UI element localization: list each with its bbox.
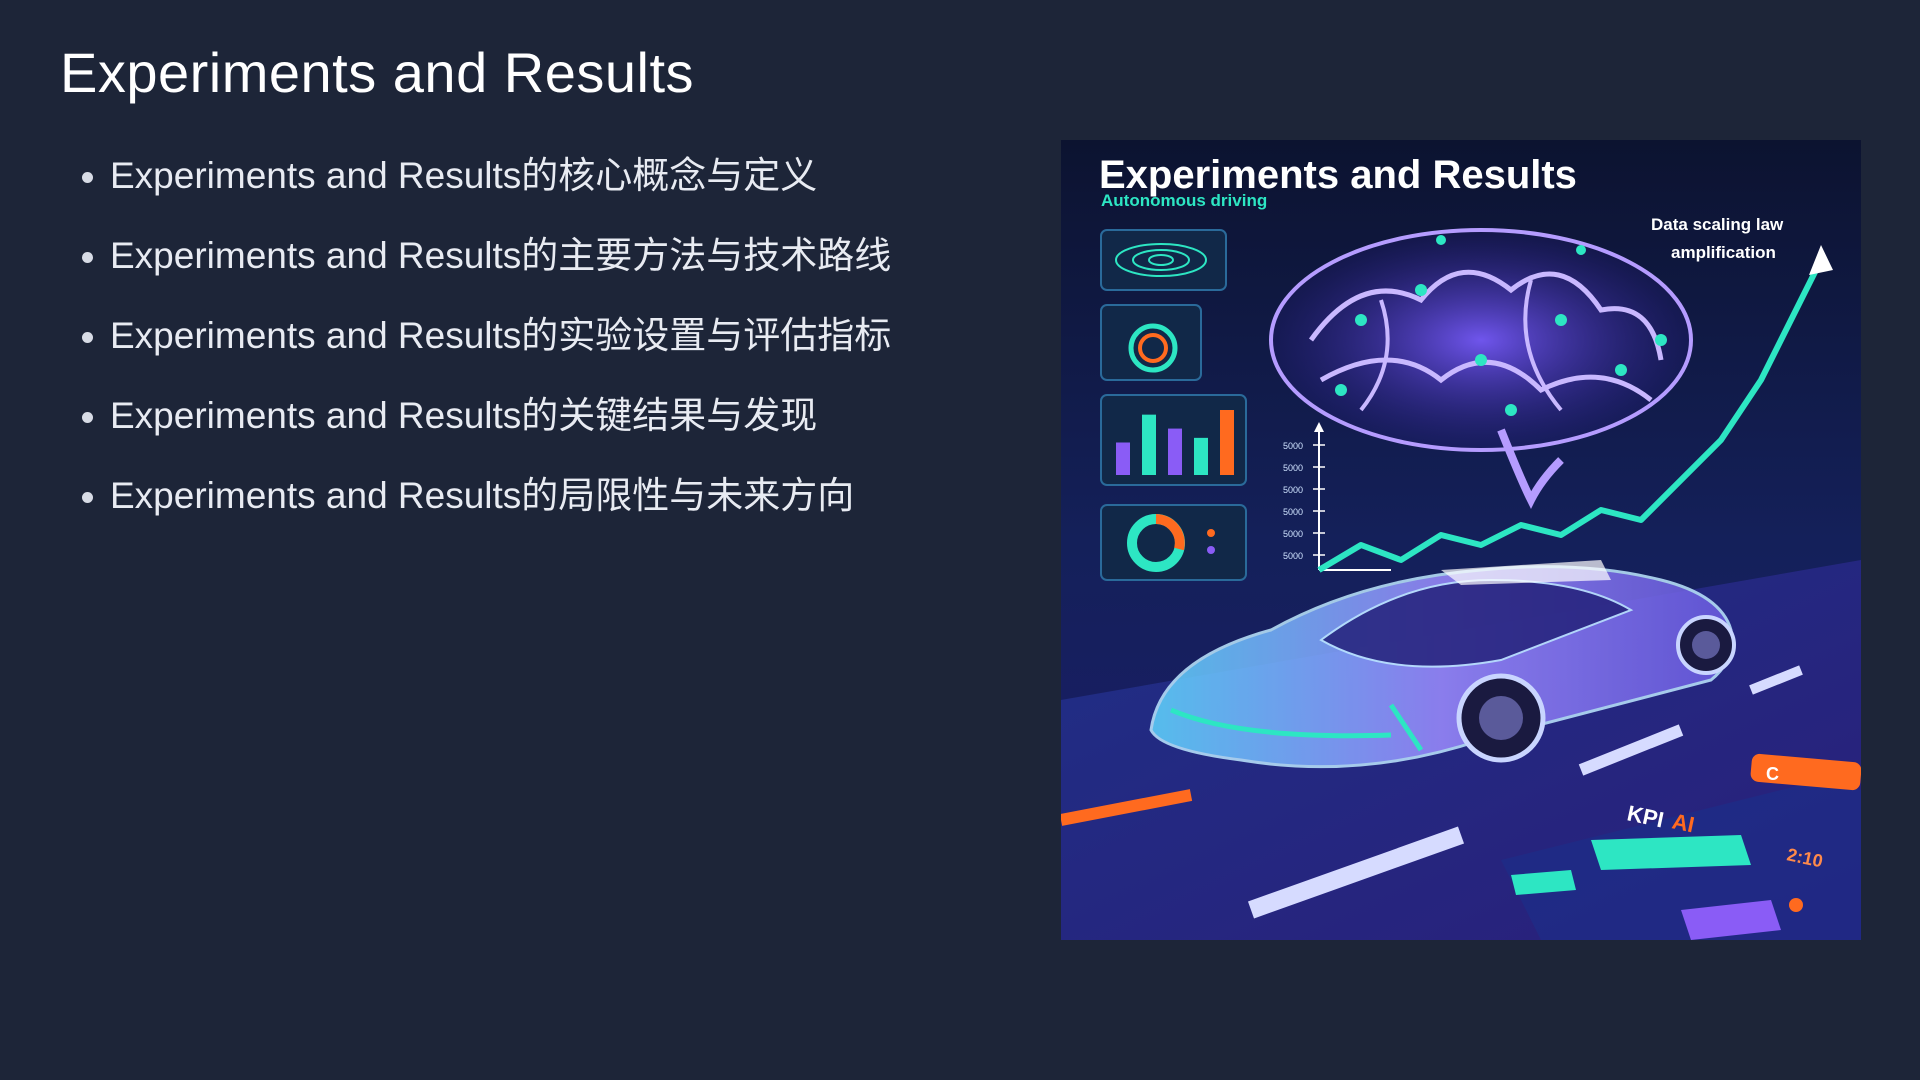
bullet-text: Experiments and Results的主要方法与技术路线: [110, 235, 892, 276]
bullet-dot-icon: [82, 492, 93, 503]
bullet-item: Experiments and Results的主要方法与技术路线: [82, 230, 891, 310]
bullet-item: Experiments and Results的实验设置与评估指标: [82, 310, 891, 390]
illustration-canvas: Experiments and Results Autonomous drivi…: [1061, 140, 1861, 940]
axis-tick-label: 5000: [1283, 441, 1303, 451]
axis-tick-label: 5000: [1283, 507, 1303, 517]
axis-tick-label: 5000: [1283, 463, 1303, 473]
donut-panel: [1100, 504, 1247, 581]
bullet-text: Experiments and Results的实验设置与评估指标: [110, 315, 892, 356]
slide-title: Experiments and Results: [60, 41, 695, 104]
bullet-text: Experiments and Results的局限性与未来方向: [110, 475, 855, 516]
bullet-text: Experiments and Results的核心概念与定义: [110, 155, 818, 196]
autonomous-car-illustration: Experiments and Results Autonomous drivi…: [1061, 140, 1861, 940]
mini-bar: [1168, 428, 1182, 475]
slide: Experiments and Results Experiments and …: [0, 0, 1920, 1080]
kpi-bar: [1591, 835, 1751, 870]
illustration-subtitle: Autonomous driving: [1101, 191, 1267, 210]
bullet-item: Experiments and Results的局限性与未来方向: [82, 470, 891, 550]
orange-tag-label: C: [1766, 764, 1779, 784]
bullet-text: Experiments and Results的关键结果与发现: [110, 395, 818, 436]
bullet-dot-icon: [82, 172, 93, 183]
axis-tick-label: 5000: [1283, 529, 1303, 539]
bullet-item: Experiments and Results的核心概念与定义: [82, 150, 891, 230]
bullet-dot-icon: [82, 252, 93, 263]
bullet-item: Experiments and Results的关键结果与发现: [82, 390, 891, 470]
bullet-list: Experiments and Results的核心概念与定义 Experime…: [82, 150, 891, 550]
mini-bar: [1116, 442, 1130, 475]
mini-bar: [1194, 437, 1208, 475]
bullet-dot-icon: [82, 412, 93, 423]
mini-bar: [1220, 410, 1234, 475]
bar-chart-panel: [1100, 394, 1247, 486]
radar-panel: [1100, 229, 1227, 291]
axis-tick-label: 5000: [1283, 485, 1303, 495]
bullet-dot-icon: [82, 332, 93, 343]
mini-bar: [1142, 414, 1156, 475]
gauge-panel: [1100, 304, 1202, 381]
caption-line1: Data scaling law: [1651, 215, 1784, 234]
caption-line2: amplification: [1671, 243, 1776, 262]
axis-tick-label: 5000: [1283, 551, 1303, 561]
